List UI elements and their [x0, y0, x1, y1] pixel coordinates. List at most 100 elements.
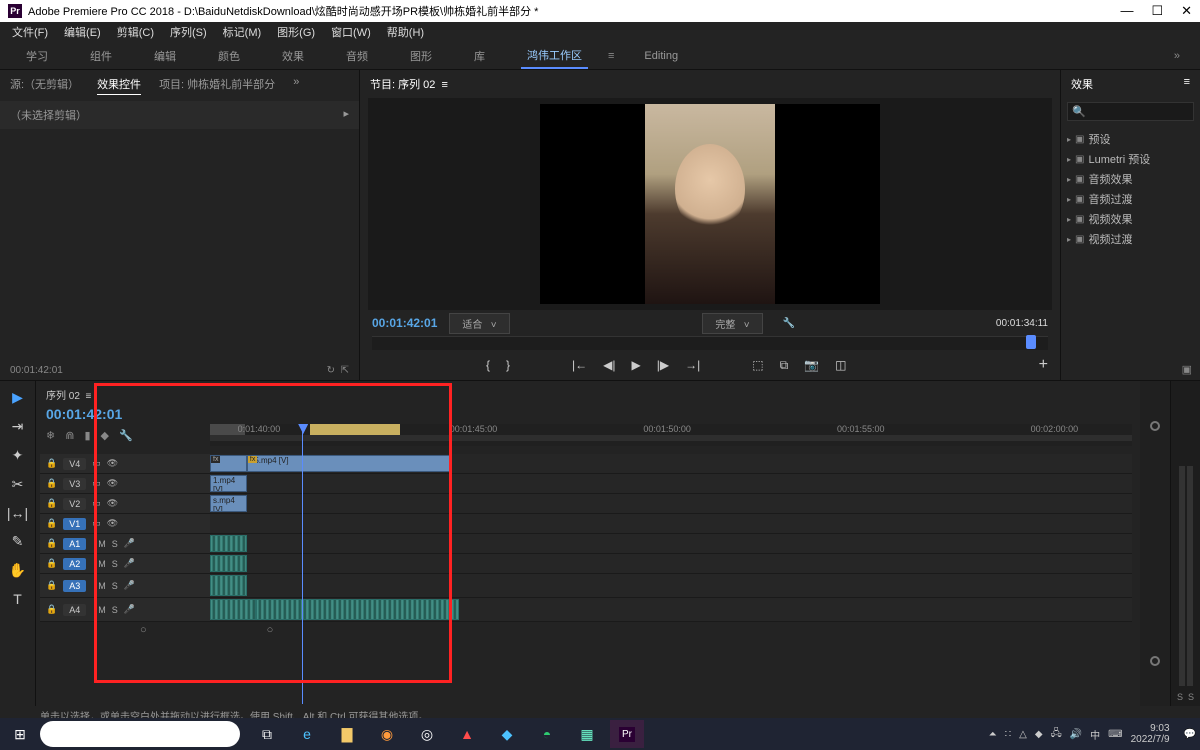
settings-wrench-icon[interactable]: 🔧 [119, 429, 133, 442]
marker-add-icon[interactable]: ◆ [101, 429, 109, 442]
slip-tool-icon[interactable]: |↔| [7, 505, 28, 521]
tab-effect-controls[interactable]: 效果控件 [97, 76, 141, 95]
voice-icon[interactable]: 🎤 [124, 558, 135, 569]
program-timecode-left[interactable]: 00:01:42:01 [372, 316, 437, 330]
ripple-tool-icon[interactable]: ✦ [12, 447, 24, 464]
export-frame-icon[interactable]: 📷 [804, 358, 819, 372]
start-button[interactable]: ⊞ [4, 718, 36, 750]
settings-icon[interactable]: 🔧 [783, 318, 795, 329]
app-icon-3[interactable]: ◆ [490, 720, 524, 748]
track-toggle-icon[interactable]: ▭ [92, 518, 101, 529]
tray-icon[interactable]: ◆ [1035, 729, 1043, 740]
app-icon-1[interactable]: ◉ [370, 720, 404, 748]
timeline-vscroll[interactable] [1140, 381, 1170, 706]
go-to-out-icon[interactable]: →| [685, 358, 700, 372]
button-editor-icon[interactable]: + [1039, 356, 1048, 374]
marker-icon[interactable]: ▮ [84, 429, 90, 442]
effects-folder-video-trans[interactable]: ▸▣视频过渡 [1067, 229, 1194, 249]
effects-panel-menu-icon[interactable]: ≡ [1184, 76, 1190, 92]
voice-icon[interactable]: 🎤 [124, 580, 135, 591]
track-target[interactable]: A1 [63, 538, 86, 550]
edge-icon[interactable]: e [290, 720, 324, 748]
track-header[interactable]: 🔒V2▭👁 [40, 494, 210, 513]
track-header[interactable]: 🔒A1MS🎤 [40, 534, 210, 553]
solo-icon[interactable]: S [112, 539, 118, 549]
track-toggle-icon[interactable]: ▭ [92, 458, 101, 469]
workspace-tab[interactable]: 颜色 [212, 44, 246, 68]
chevron-right-icon[interactable]: ▸ [343, 107, 349, 123]
menu-clip[interactable]: 剪辑(C) [111, 22, 160, 42]
effects-search-input[interactable]: 🔍 [1067, 102, 1194, 121]
track-lane[interactable] [210, 574, 1132, 597]
export-icon[interactable]: ⇱ [341, 365, 349, 376]
effects-folder-presets[interactable]: ▸▣预设 [1067, 129, 1194, 149]
fit-dropdown[interactable]: 适合 ˅ [449, 313, 509, 334]
track-target[interactable]: V2 [63, 498, 86, 510]
premiere-taskbar-icon[interactable]: Pr [610, 720, 644, 748]
track-header[interactable]: 🔒A4MS🎤 [40, 598, 210, 621]
task-view-icon[interactable]: ⧉ [250, 720, 284, 748]
menu-graphics[interactable]: 图形(G) [271, 22, 321, 42]
razor-tool-icon[interactable]: ✂ [12, 476, 24, 493]
track-lane[interactable]: 05.mp4 [V] [210, 454, 1132, 473]
zoom-handle-right[interactable]: ○ [267, 624, 274, 636]
snap-icon[interactable]: ❄ [46, 429, 55, 442]
type-tool-icon[interactable]: T [13, 591, 22, 607]
program-time-ruler[interactable] [372, 336, 1048, 350]
track-lane[interactable] [210, 534, 1132, 553]
track-header[interactable]: 🔒V3▭👁 [40, 474, 210, 493]
mute-icon[interactable]: M [98, 605, 106, 615]
track-target[interactable]: A2 [63, 558, 86, 570]
timeline-ruler[interactable]: 0:01:40:0000:01:45:0000:01:50:0000:01:55… [210, 424, 1132, 446]
solo-icon[interactable]: S [112, 605, 118, 615]
program-viewer[interactable] [368, 98, 1052, 310]
tray-icon[interactable]: △ [1019, 729, 1027, 740]
track-target[interactable]: V1 [63, 518, 86, 530]
video-clip[interactable] [210, 455, 247, 472]
track-header[interactable]: 🔒A2MS🎤 [40, 554, 210, 573]
voice-icon[interactable]: 🎤 [124, 604, 135, 615]
lock-icon[interactable]: 🔒 [46, 558, 57, 569]
workspace-tab[interactable]: 库 [468, 44, 491, 68]
track-header[interactable]: 🔒V4▭👁 [40, 454, 210, 473]
mark-in-icon[interactable]: { [486, 358, 490, 372]
audio-clip[interactable] [210, 535, 247, 552]
solo-icon[interactable]: S [112, 559, 118, 569]
video-clip[interactable]: 05.mp4 [V] [247, 455, 450, 472]
menu-help[interactable]: 帮助(H) [381, 22, 430, 42]
audio-clip[interactable] [210, 555, 247, 572]
lock-icon[interactable]: 🔒 [46, 580, 57, 591]
lift-icon[interactable]: ⬚ [752, 358, 763, 372]
chrome-icon[interactable]: ◎ [410, 720, 444, 748]
minimize-button[interactable]: — [1120, 3, 1133, 19]
extract-icon[interactable]: ⧉ [780, 358, 789, 373]
solo-icon[interactable]: S [112, 581, 118, 591]
visibility-icon[interactable]: 👁 [107, 518, 118, 529]
lock-icon[interactable]: 🔒 [46, 518, 57, 529]
program-tab[interactable]: 节目: 序列 02 [370, 79, 435, 91]
audio-clip[interactable] [210, 575, 247, 596]
tray-up-icon[interactable]: ⏶ [989, 729, 997, 740]
vscroll-knob-top[interactable] [1150, 421, 1160, 431]
effects-folder-lumetri[interactable]: ▸▣Lumetri 预设 [1067, 149, 1194, 169]
panel-overflow-icon[interactable]: » [293, 76, 299, 95]
step-back-icon[interactable]: ◀| [603, 358, 615, 372]
workspace-overflow-icon[interactable]: » [1174, 50, 1180, 62]
workspace-tab[interactable]: 学习 [20, 44, 54, 68]
track-lane[interactable] [210, 554, 1132, 573]
audio-clip[interactable] [210, 599, 256, 620]
workspace-tab[interactable]: 组件 [84, 44, 118, 68]
audio-clip[interactable] [256, 599, 459, 620]
visibility-icon[interactable]: 👁 [107, 478, 118, 489]
menu-marker[interactable]: 标记(M) [217, 22, 268, 42]
workspace-editing-label[interactable]: Editing [644, 50, 678, 62]
workspace-tab[interactable]: 图形 [404, 44, 438, 68]
hand-tool-icon[interactable]: ✋ [9, 562, 26, 579]
timeline-zoom-bar[interactable]: ○ ○ [40, 622, 1132, 638]
new-bin-icon[interactable]: ▣ [1061, 359, 1200, 380]
sequence-tab[interactable]: 序列 02 [46, 391, 80, 402]
mute-icon[interactable]: M [98, 539, 106, 549]
tray-network-icon[interactable]: 🖧 [1051, 726, 1062, 743]
taskbar-clock[interactable]: 9:03 2022/7/9 [1131, 723, 1176, 745]
timeline-timecode[interactable]: 00:01:42:01 [46, 406, 122, 422]
